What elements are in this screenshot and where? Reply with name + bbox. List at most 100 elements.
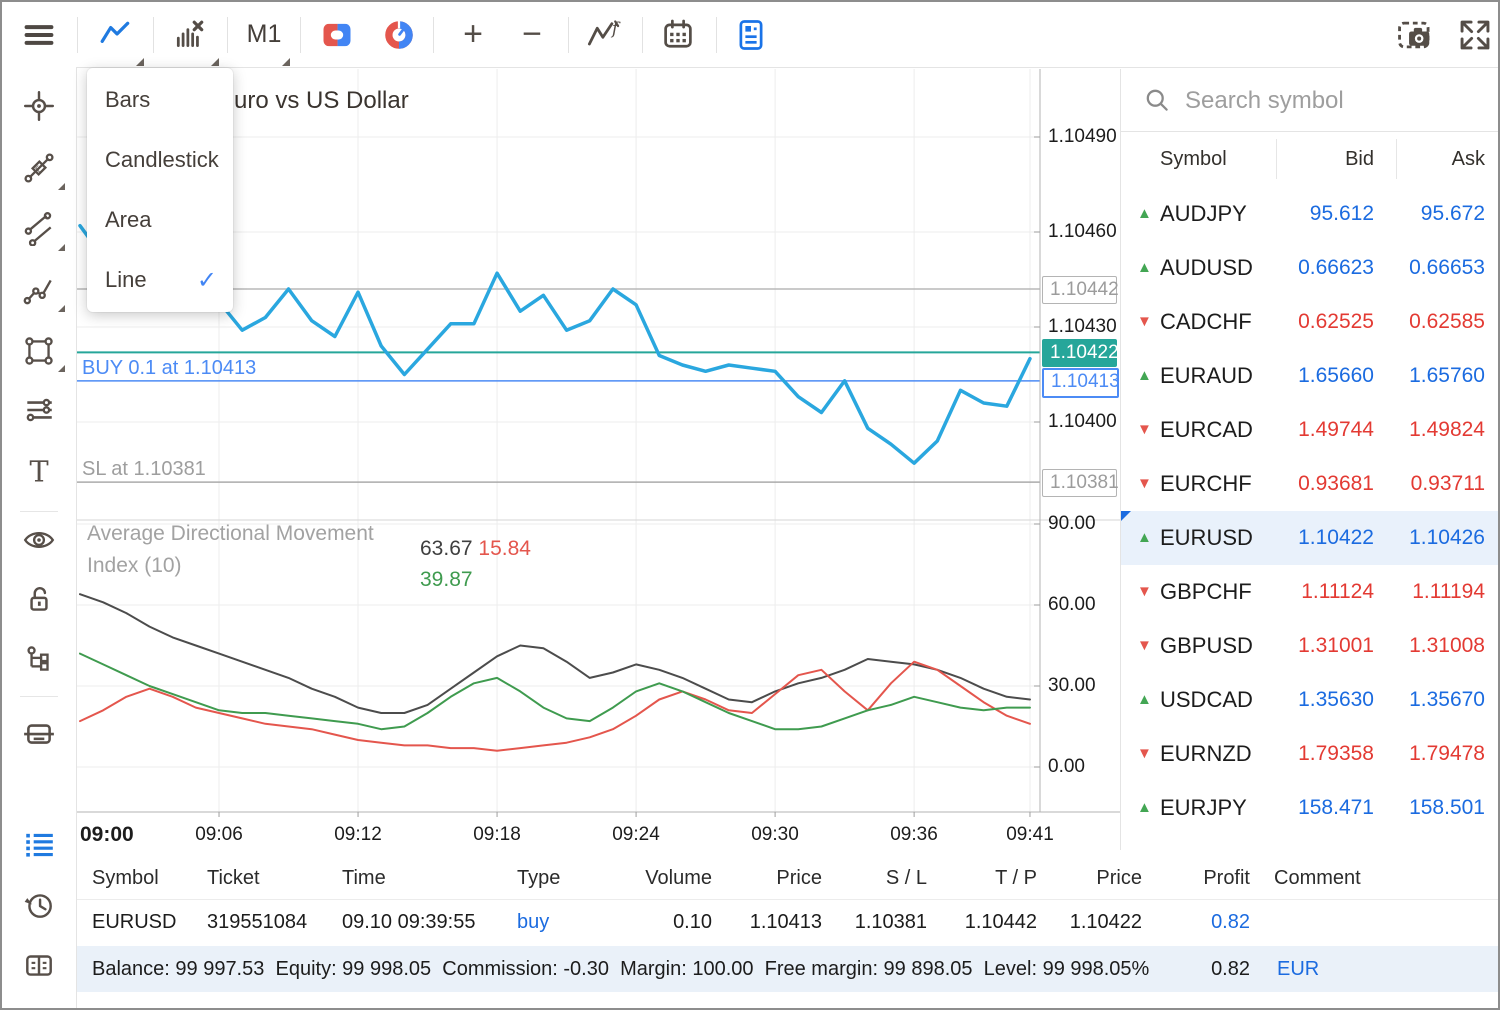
symbol-search-row [1121, 69, 1500, 132]
ask-price: 1.10426 [1409, 511, 1485, 565]
position-price_current: 1.10422 [1037, 900, 1142, 944]
price-tick-label: 1.10490 [1048, 124, 1117, 150]
market-watch-row-audusd[interactable]: ▲ AUDUSD 0.66623 0.66653 [1121, 241, 1500, 295]
market-watch-row-eurchf[interactable]: ▼ EURCHF 0.93681 0.93711 [1121, 457, 1500, 511]
chart-type-button[interactable] [90, 2, 142, 67]
bid-price: 1.31001 [1298, 619, 1374, 673]
positions-header-volume: Volume [607, 856, 712, 900]
objects-tree-icon [22, 643, 56, 677]
position-symbol: EURUSD [92, 900, 207, 944]
menu-item-area[interactable]: Area [87, 190, 233, 250]
visibility-button[interactable] [2, 517, 76, 563]
lock-button[interactable] [2, 577, 76, 623]
menu-item-line[interactable]: Line✓ [87, 250, 233, 310]
trade-dialog-button[interactable] [2, 710, 76, 756]
positions-header-row: SymbolTicketTimeTypeVolumePriceS / LT / … [77, 856, 1500, 900]
ask-price: 158.501 [1409, 781, 1485, 835]
ask-price: 95.672 [1421, 187, 1485, 241]
market-watch-row-audjpy[interactable]: ▲ AUDJPY 95.612 95.672 [1121, 187, 1500, 241]
market-watch-row-eurnzd[interactable]: ▼ EURNZD 1.79358 1.79478 [1121, 727, 1500, 781]
text-button[interactable]: T [2, 449, 76, 495]
trade-panel: SymbolTicketTimeTypeVolumePriceS / LT / … [77, 850, 1500, 1010]
indicator-tick-label: 30.00 [1048, 673, 1096, 699]
trade-list-button[interactable] [2, 822, 76, 868]
positions-header-profit: Profit [1142, 856, 1250, 900]
positions-header-symbol: Symbol [92, 856, 207, 900]
symbol-name: USDCAD [1160, 673, 1253, 727]
position-time: 09.10 09:39:55 [342, 900, 517, 944]
price-tick-label: 1.10460 [1048, 219, 1117, 245]
symbol-name: AUDUSD [1160, 241, 1253, 295]
symbol-name: EURCAD [1160, 403, 1253, 457]
arrow-down-icon: ▼ [1137, 619, 1152, 673]
bid-price: 95.612 [1310, 187, 1374, 241]
calendar-button[interactable] [653, 2, 703, 67]
one-click-trading-button[interactable] [312, 2, 362, 67]
market-watch-rows: ▲ AUDJPY 95.612 95.672 ▲ AUDUSD 0.66623 … [1121, 187, 1500, 835]
positions-header-ticket: Ticket [207, 856, 342, 900]
objects-tree-button[interactable] [2, 637, 76, 683]
price-chart[interactable] [77, 69, 1120, 850]
timeframe-corner [282, 58, 290, 66]
adx-value: 63.67 [420, 537, 473, 560]
indicator-tick-label: 60.00 [1048, 592, 1096, 618]
ask-price: 1.49824 [1409, 403, 1485, 457]
stop-loss-price-box[interactable]: 1.10381 [1042, 469, 1117, 497]
ask-price: 1.65760 [1409, 349, 1485, 403]
close-chart-button[interactable] [164, 2, 216, 67]
check-icon: ✓ [197, 266, 217, 295]
search-symbol-input[interactable] [1183, 79, 1487, 123]
time-tick-label: 09:12 [334, 819, 382, 850]
top-toolbar: M1 + − [2, 2, 1498, 68]
svg-text:T: T [29, 455, 48, 489]
market-watch-row-cadchf[interactable]: ▼ CADCHF 0.62525 0.62585 [1121, 295, 1500, 349]
menu-item-candlestick[interactable]: Candlestick [87, 130, 233, 190]
account-currency: EUR [1277, 946, 1319, 992]
minus-di-value: 15.84 [478, 537, 531, 560]
ask-price: 0.93711 [1411, 457, 1485, 511]
chart-pane[interactable]: uro vs US Dollar BUY 0.1 at 1.10413 SL a… [77, 69, 1120, 850]
ask-price: 1.35670 [1409, 673, 1485, 727]
zoom-in-button[interactable]: + [448, 2, 498, 67]
crosshair-button[interactable] [2, 83, 76, 129]
market-watch-row-euraud[interactable]: ▲ EURAUD 1.65660 1.65760 [1121, 349, 1500, 403]
market-watch-row-gbpusd[interactable]: ▼ GBPUSD 1.31001 1.31008 [1121, 619, 1500, 673]
one-click-trading-icon [319, 17, 355, 53]
positions-header-comment: Comment [1274, 856, 1434, 900]
indicators-button[interactable]: f [579, 2, 629, 67]
ask-price: 0.66653 [1409, 241, 1485, 295]
depth-of-market-button[interactable] [374, 2, 424, 67]
market-watch-row-gbpchf[interactable]: ▼ GBPCHF 1.11124 1.11194 [1121, 565, 1500, 619]
bid-price: 1.35630 [1298, 673, 1374, 727]
menu-item-bars[interactable]: Bars [87, 70, 233, 130]
position-price-price-box[interactable]: 1.10413 [1042, 368, 1119, 398]
screenshot-button[interactable] [1390, 2, 1440, 67]
history-button[interactable] [2, 882, 76, 928]
shapes-icon [22, 334, 56, 368]
position-comment [1274, 900, 1434, 944]
time-tick-label: 09:00 [80, 819, 134, 850]
symbol-name: EURJPY [1160, 781, 1247, 835]
levels-button[interactable] [2, 387, 76, 433]
zoom-out-button[interactable]: − [507, 2, 557, 67]
market-watch-row-eurusd[interactable]: ▲ EURUSD 1.10422 1.10426 [1121, 511, 1500, 565]
position-type: buy [517, 900, 607, 944]
journal-button[interactable] [2, 942, 76, 988]
take-profit-price-box[interactable]: 1.10442 [1042, 276, 1117, 304]
channels-icon [22, 212, 56, 246]
indicator-values-row1: 63.67 15.84 [420, 537, 531, 561]
hamburger-menu-button[interactable] [16, 2, 62, 67]
position-row[interactable]: EURUSD31955108409.10 09:39:55buy0.101.10… [77, 900, 1500, 944]
arrow-up-icon: ▲ [1137, 511, 1152, 565]
bar-chart-close-icon [173, 18, 207, 52]
arrow-up-icon: ▲ [1137, 187, 1152, 241]
current-price-price-box: 1.10422 [1042, 339, 1117, 367]
positions-header-tp: T / P [927, 856, 1037, 900]
market-watch-row-usdcad[interactable]: ▲ USDCAD 1.35630 1.35670 [1121, 673, 1500, 727]
fullscreen-button[interactable] [1450, 2, 1500, 67]
market-watch-row-eurcad[interactable]: ▼ EURCAD 1.49744 1.49824 [1121, 403, 1500, 457]
column-header-symbol: Symbol [1160, 131, 1227, 187]
news-button[interactable] [726, 2, 776, 67]
market-watch-row-eurjpy[interactable]: ▲ EURJPY 158.471 158.501 [1121, 781, 1500, 835]
ask-price: 1.79478 [1409, 727, 1485, 781]
